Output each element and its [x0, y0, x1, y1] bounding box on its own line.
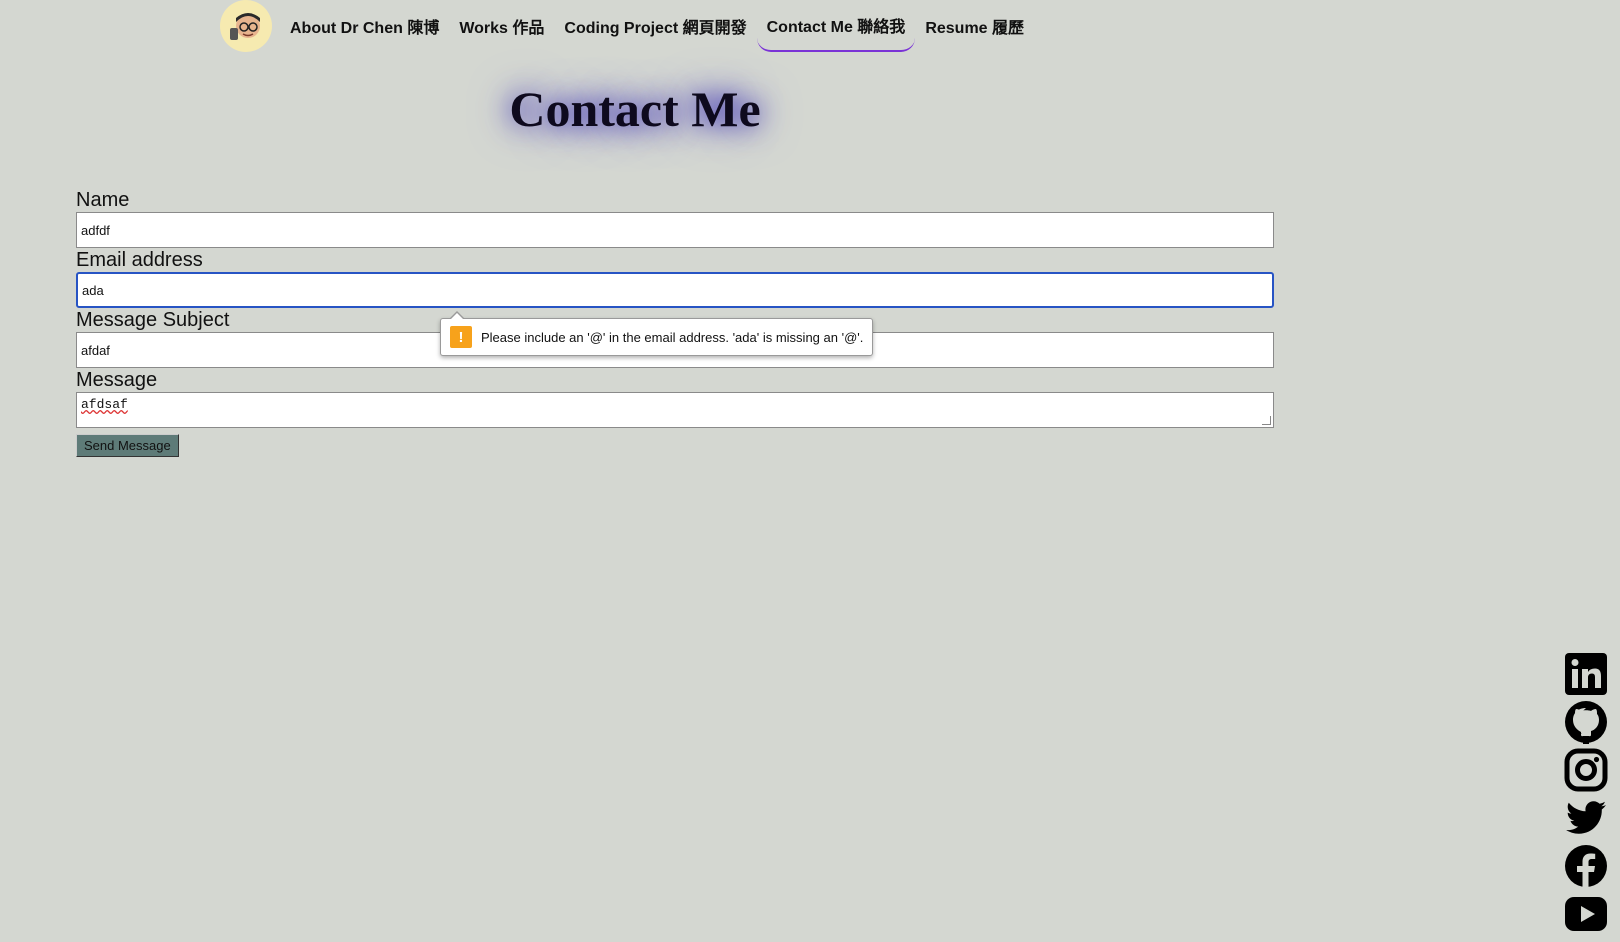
twitter-icon[interactable]	[1564, 796, 1608, 840]
email-label: Email address	[76, 249, 203, 271]
avatar-face-icon	[230, 13, 260, 40]
validation-message: Please include an '@' in the email addre…	[481, 329, 864, 345]
name-label: Name	[76, 189, 130, 211]
social-links	[1562, 652, 1610, 940]
nav-item-contact[interactable]: Contact Me 聯絡我	[756, 0, 916, 52]
message-textarea-value: afdsaf	[81, 397, 128, 412]
validation-tooltip: ! Please include an '@' in the email add…	[440, 311, 874, 356]
nav-item-coding-project[interactable]: Coding Project 網頁開發	[554, 0, 756, 52]
instagram-icon[interactable]	[1564, 748, 1608, 792]
name-field-value: adfdf	[81, 222, 110, 238]
email-field-value: ada	[82, 282, 104, 298]
warning-icon: !	[450, 326, 472, 348]
github-icon[interactable]	[1564, 700, 1608, 744]
linkedin-icon[interactable]	[1564, 652, 1608, 696]
subject-field-value: afdaf	[81, 342, 110, 358]
email-field[interactable]: ada	[76, 272, 1274, 308]
top-nav: About Dr Chen 陳博 Works 作品 Coding Project…	[220, 0, 1034, 52]
youtube-icon[interactable]	[1564, 892, 1608, 936]
message-textarea[interactable]: afdsaf	[76, 392, 1274, 428]
send-message-button[interactable]: Send Message	[76, 434, 179, 457]
resize-handle-icon[interactable]	[1262, 416, 1271, 425]
facebook-icon[interactable]	[1564, 844, 1608, 888]
avatar[interactable]	[220, 0, 272, 52]
page: About Dr Chen 陳博 Works 作品 Coding Project…	[0, 0, 1620, 942]
page-title: Contact Me	[509, 81, 761, 137]
nav-item-resume[interactable]: Resume 履歷	[915, 0, 1034, 52]
message-label: Message	[76, 369, 158, 391]
nav-item-about[interactable]: About Dr Chen 陳博	[280, 0, 449, 52]
name-field[interactable]: adfdf	[76, 212, 1274, 248]
nav-item-works[interactable]: Works 作品	[449, 0, 554, 52]
